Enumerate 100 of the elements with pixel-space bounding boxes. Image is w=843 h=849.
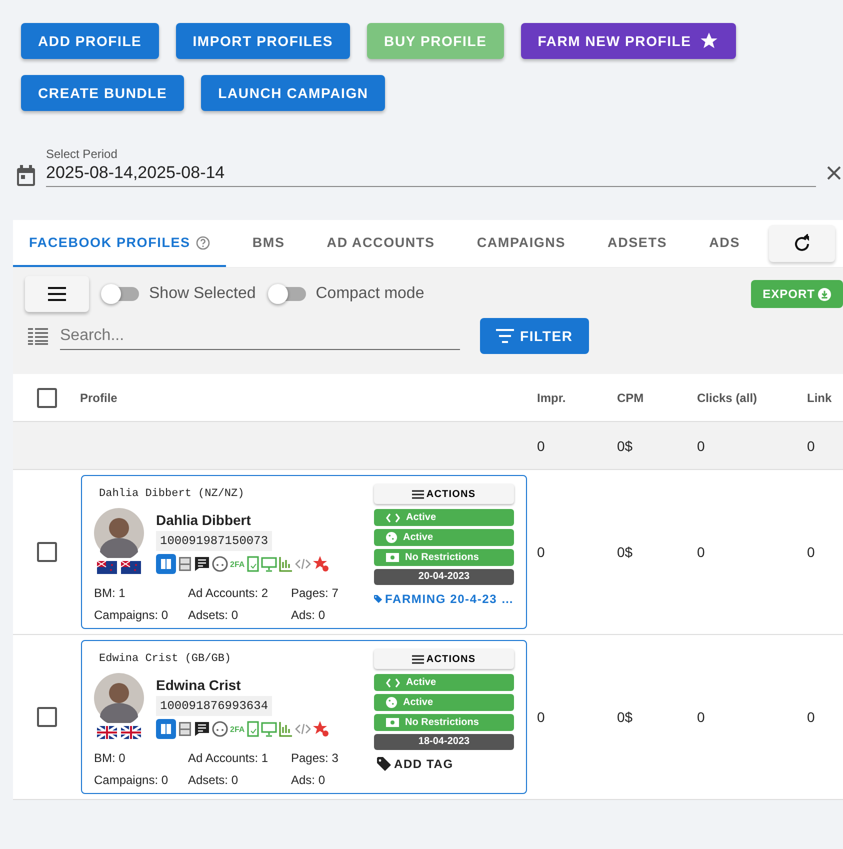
columns-icon[interactable] <box>28 327 48 345</box>
profile-stat: Adsets: 0 <box>188 608 240 622</box>
star-gear-icon[interactable] <box>312 721 329 737</box>
refresh-button[interactable] <box>769 225 835 262</box>
profile-stat: Campaigns: 0 <box>94 608 170 622</box>
tag-link[interactable]: ADD TAG <box>374 757 514 771</box>
profile-stat: Adsets: 0 <box>188 773 240 787</box>
search-field[interactable]: Search... <box>60 322 460 350</box>
total-cell: 0 <box>537 438 545 454</box>
cookie-icon <box>386 697 397 708</box>
table-cell: 0$ <box>617 709 633 725</box>
avatar <box>94 508 144 558</box>
profile-stat: Pages: 3 <box>291 751 340 765</box>
profile-stat: Ad Accounts: 1 <box>188 751 270 765</box>
download-icon <box>818 288 831 300</box>
profile-stat: Ad Accounts: 2 <box>188 586 270 600</box>
profile-id: 100091987150073 <box>156 531 272 551</box>
chart-icon[interactable] <box>278 721 293 737</box>
profile-stat: Ads: 0 <box>291 773 326 787</box>
select-all-checkbox[interactable] <box>36 388 56 408</box>
calendar-icon <box>16 165 36 187</box>
table-cell: 0 <box>697 544 705 560</box>
column-header: Impr. <box>537 390 566 404</box>
menu-icon <box>412 654 424 664</box>
profile-name: Dahlia Dibbert <box>156 512 252 528</box>
profile-name: Edwina Crist <box>156 677 242 693</box>
code-icon <box>386 678 400 688</box>
chat-icon[interactable] <box>194 721 210 737</box>
panel-icon[interactable] <box>178 556 192 572</box>
tab[interactable]: ADS <box>693 220 756 267</box>
status-badge: Active <box>374 529 514 546</box>
profile-header: Edwina Crist (GB/GB) <box>99 653 232 665</box>
status-badge: Active <box>374 509 514 526</box>
action-button[interactable]: FARM NEW PROFILE <box>520 23 736 59</box>
table-cell: 0 <box>697 709 705 725</box>
actions-button[interactable]: ACTIONS <box>374 484 514 504</box>
chart-icon[interactable] <box>278 556 293 572</box>
avatar <box>94 673 144 723</box>
menu-icon <box>48 287 66 301</box>
status-badge: No Restrictions <box>374 714 514 731</box>
monitor-icon[interactable] <box>260 556 277 572</box>
monitor-icon[interactable] <box>260 721 277 737</box>
profile-header: Dahlia Dibbert (NZ/NZ) <box>99 488 246 500</box>
tab[interactable]: AD ACCOUNTS <box>310 220 451 267</box>
tab[interactable]: ADSETS <box>592 220 684 267</box>
profile-stat: Pages: 7 <box>291 586 340 600</box>
tag-icon <box>377 757 391 771</box>
code-icon[interactable] <box>294 721 311 737</box>
status-badge: Active <box>374 674 514 691</box>
column-header: Link <box>807 390 832 404</box>
total-cell: 0 <box>807 438 815 454</box>
two-factor-label: 2FA <box>230 560 245 568</box>
row-checkbox[interactable] <box>36 707 56 727</box>
tab[interactable]: BMS <box>236 220 301 267</box>
action-button[interactable]: CREATE BUNDLE <box>21 75 184 111</box>
star-icon <box>699 31 720 51</box>
row-checkbox[interactable] <box>36 542 56 562</box>
date-badge: 18-04-2023 <box>374 734 514 750</box>
toggle-label: Show Selected <box>149 285 256 303</box>
face-icon[interactable] <box>212 721 228 737</box>
tag-icon <box>374 592 382 606</box>
table-cell: 0 <box>537 709 545 725</box>
profile-stat: Campaigns: 0 <box>94 773 170 787</box>
cookie-icon <box>386 532 397 543</box>
phone-icon[interactable] <box>246 721 259 737</box>
close-icon[interactable] <box>826 165 842 181</box>
column-header: Clicks (all) <box>697 390 758 404</box>
two-factor-label: 2FA <box>230 724 245 734</box>
table-cell: 0 <box>807 709 815 725</box>
column-header: Profile <box>80 390 118 404</box>
phone-icon[interactable] <box>246 556 259 572</box>
table-cell: 0$ <box>617 544 633 560</box>
menu-icon <box>412 490 424 498</box>
total-cell: 0$ <box>617 438 633 454</box>
filter-icon <box>496 329 514 343</box>
profile-stat: BM: 0 <box>94 751 126 765</box>
toggle-label: Compact mode <box>316 285 424 303</box>
panel-icon[interactable] <box>178 721 192 737</box>
banknote-icon <box>386 553 399 562</box>
status-badge: No Restrictions <box>374 549 514 566</box>
tab[interactable]: CAMPAIGNS <box>460 220 582 267</box>
menu-button[interactable] <box>25 276 89 312</box>
chat-icon[interactable] <box>194 556 210 572</box>
action-button[interactable]: IMPORT PROFILES <box>176 23 350 59</box>
face-icon[interactable] <box>212 556 228 572</box>
code-icon[interactable] <box>294 556 311 572</box>
banknote-icon <box>386 718 399 727</box>
period-field[interactable]: Select Period 2025-08-14,2025-08-14 <box>46 147 816 187</box>
tag-link[interactable]: FARMING 20-4-23 … <box>374 592 514 606</box>
profile-stat: Ads: 0 <box>291 608 326 622</box>
profile-stat: BM: 1 <box>94 586 126 600</box>
action-button[interactable]: LAUNCH CAMPAIGN <box>201 75 386 111</box>
code-icon <box>386 512 400 522</box>
action-button[interactable]: ADD PROFILE <box>21 23 159 59</box>
total-cell: 0 <box>697 438 705 454</box>
column-header: CPM <box>617 390 644 404</box>
filter-button[interactable]: FILTER <box>480 318 589 354</box>
star-gear-icon[interactable] <box>312 556 329 572</box>
date-badge: 20-04-2023 <box>374 569 514 585</box>
actions-button[interactable]: ACTIONS <box>374 649 514 669</box>
